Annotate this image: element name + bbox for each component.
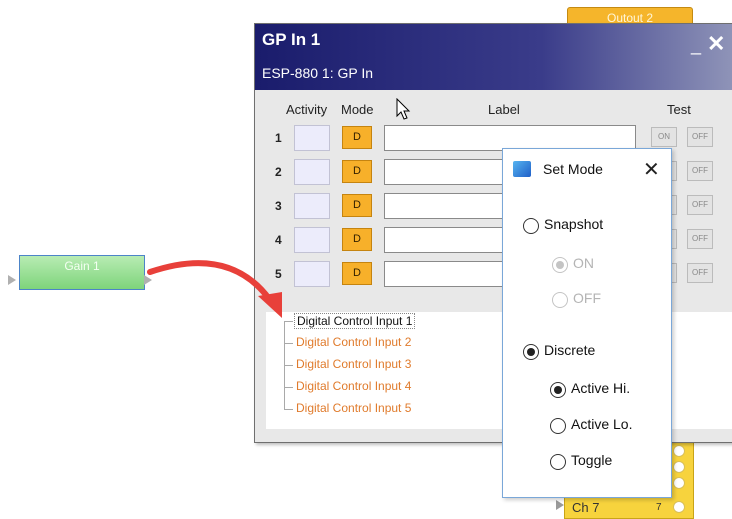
toggle-radio[interactable] xyxy=(550,454,566,470)
discrete-radio[interactable] xyxy=(523,344,539,360)
close-icon[interactable]: ✕ xyxy=(643,157,660,182)
snapshot-on-radio xyxy=(552,257,568,273)
discrete-label: Discrete xyxy=(544,342,596,358)
active-hi-label: Active Hi. xyxy=(571,380,631,396)
active-hi-radio[interactable] xyxy=(550,382,566,398)
snapshot-off-label: OFF xyxy=(573,290,601,306)
snapshot-label: Snapshot xyxy=(544,216,604,232)
app-icon xyxy=(513,161,531,177)
active-lo-radio[interactable] xyxy=(550,418,566,434)
mouse-cursor-icon xyxy=(396,98,411,120)
set-mode-dialog: Set Mode ✕ Snapshot ON OFF Discrete Acti… xyxy=(502,148,672,498)
dialog-title: Set Mode xyxy=(543,161,603,177)
snapshot-on-label: ON xyxy=(573,255,594,271)
snapshot-radio[interactable] xyxy=(523,218,539,234)
toggle-label: Toggle xyxy=(571,452,613,468)
snapshot-off-radio xyxy=(552,292,568,308)
active-lo-label: Active Lo. xyxy=(571,416,633,432)
